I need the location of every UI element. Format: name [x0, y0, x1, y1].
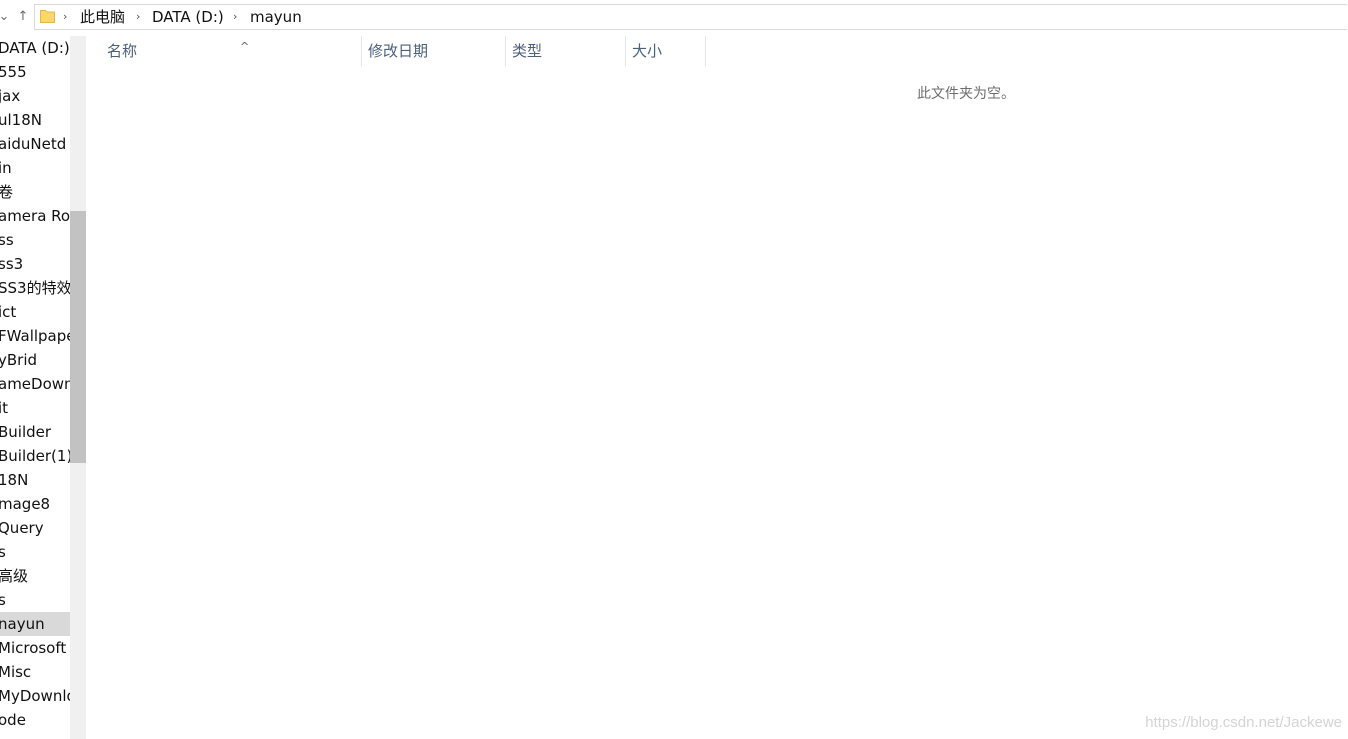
nav-pane-folder-item[interactable]: it	[0, 396, 70, 420]
nav-pane-folder-item[interactable]: Builder	[0, 420, 70, 444]
up-arrow-icon[interactable]: ↑	[15, 8, 31, 26]
column-header-name[interactable]: 名称 ^	[101, 36, 361, 66]
nav-pane-folder-item[interactable]: Builder(1)	[0, 444, 70, 468]
empty-folder-message: 此文件夹为空。	[917, 86, 1015, 102]
nav-pane-folder-item[interactable]: SS3的特效	[0, 276, 70, 300]
nav-pane-folder-item[interactable]: aiduNetd	[0, 132, 70, 156]
column-header-name-label: 名称	[107, 42, 138, 60]
folder-icon	[40, 10, 55, 23]
nav-pane-folder-item[interactable]: ode	[0, 708, 70, 732]
address-bar: ⌄ ↑ › 此电脑 › DATA (D:) › mayun	[0, 0, 1348, 34]
breadcrumb-data-drive[interactable]: DATA (D:)	[152, 8, 224, 26]
nav-pane-folder-item[interactable]: mage8	[0, 492, 70, 516]
nav-pane-folder-item[interactable]: Query	[0, 516, 70, 540]
nav-pane-folder-item[interactable]: 18N	[0, 468, 70, 492]
nav-pane-folder-item[interactable]: s	[0, 588, 70, 612]
nav-pane-folder-item[interactable]: 卷	[0, 180, 70, 204]
sort-ascending-icon: ^	[240, 40, 250, 53]
column-header-type[interactable]: 类型	[506, 36, 625, 66]
nav-pane-folder-item[interactable]: ss	[0, 228, 70, 252]
column-header-type-label: 类型	[512, 42, 543, 60]
nav-pane-folder-item[interactable]: ict	[0, 300, 70, 324]
nav-pane-folder-item[interactable]: 555	[0, 60, 70, 84]
nav-pane-folder-item[interactable]: DATA (D:)	[0, 36, 70, 60]
nav-pane-folder-item[interactable]: Misc	[0, 660, 70, 684]
column-divider[interactable]	[705, 36, 706, 66]
column-header-size[interactable]: 大小	[626, 36, 705, 66]
nav-pane-folder-item[interactable]: s	[0, 540, 70, 564]
nav-pane-folder-item[interactable]: jax	[0, 84, 70, 108]
breadcrumb-separator-icon[interactable]: ›	[233, 9, 237, 25]
nav-pane-folder-item[interactable]: ameDown	[0, 372, 70, 396]
recent-locations-chevron-icon[interactable]: ⌄	[0, 8, 12, 26]
breadcrumb-mayun[interactable]: mayun	[250, 8, 302, 26]
nav-pane-scrollbar[interactable]	[70, 36, 86, 739]
nav-pane-folder-item[interactable]: ul18N	[0, 108, 70, 132]
file-list-area[interactable]: 名称 ^ 修改日期 类型 大小 此文件夹为空。	[87, 36, 1348, 739]
watermark-text: https://blog.csdn.net/Jackewe	[1145, 714, 1342, 731]
nav-pane-folder-item[interactable]: 高级	[0, 564, 70, 588]
breadcrumb-separator-icon[interactable]: ›	[136, 9, 140, 25]
breadcrumb-this-pc[interactable]: 此电脑	[80, 8, 125, 26]
nav-pane-folder-item[interactable]: Microsoft V	[0, 636, 70, 660]
nav-pane-folder-item[interactable]: yBrid	[0, 348, 70, 372]
nav-pane-folder-item[interactable]: in	[0, 156, 70, 180]
address-input[interactable]: › 此电脑 › DATA (D:) › mayun	[34, 4, 1347, 30]
column-header-date-modified[interactable]: 修改日期	[362, 36, 505, 66]
nav-pane-folder-item[interactable]: ss3	[0, 252, 70, 276]
nav-pane-scroll-thumb[interactable]	[70, 211, 86, 463]
navigation-pane: DATA (D:) 555 jax ul18N aiduNetd in 卷 amera Ro s…	[0, 36, 70, 739]
breadcrumb-separator-icon[interactable]: ›	[63, 9, 67, 25]
nav-pane-folder-item[interactable]: FWallpape	[0, 324, 70, 348]
column-header-size-label: 大小	[632, 42, 663, 60]
nav-pane-folder-item[interactable]: amera Ro	[0, 204, 70, 228]
nav-pane-folder-item[interactable]: MyDownlo	[0, 684, 70, 708]
nav-pane-folder-item[interactable]: nayun	[0, 612, 70, 636]
column-header-date-label: 修改日期	[368, 42, 429, 60]
